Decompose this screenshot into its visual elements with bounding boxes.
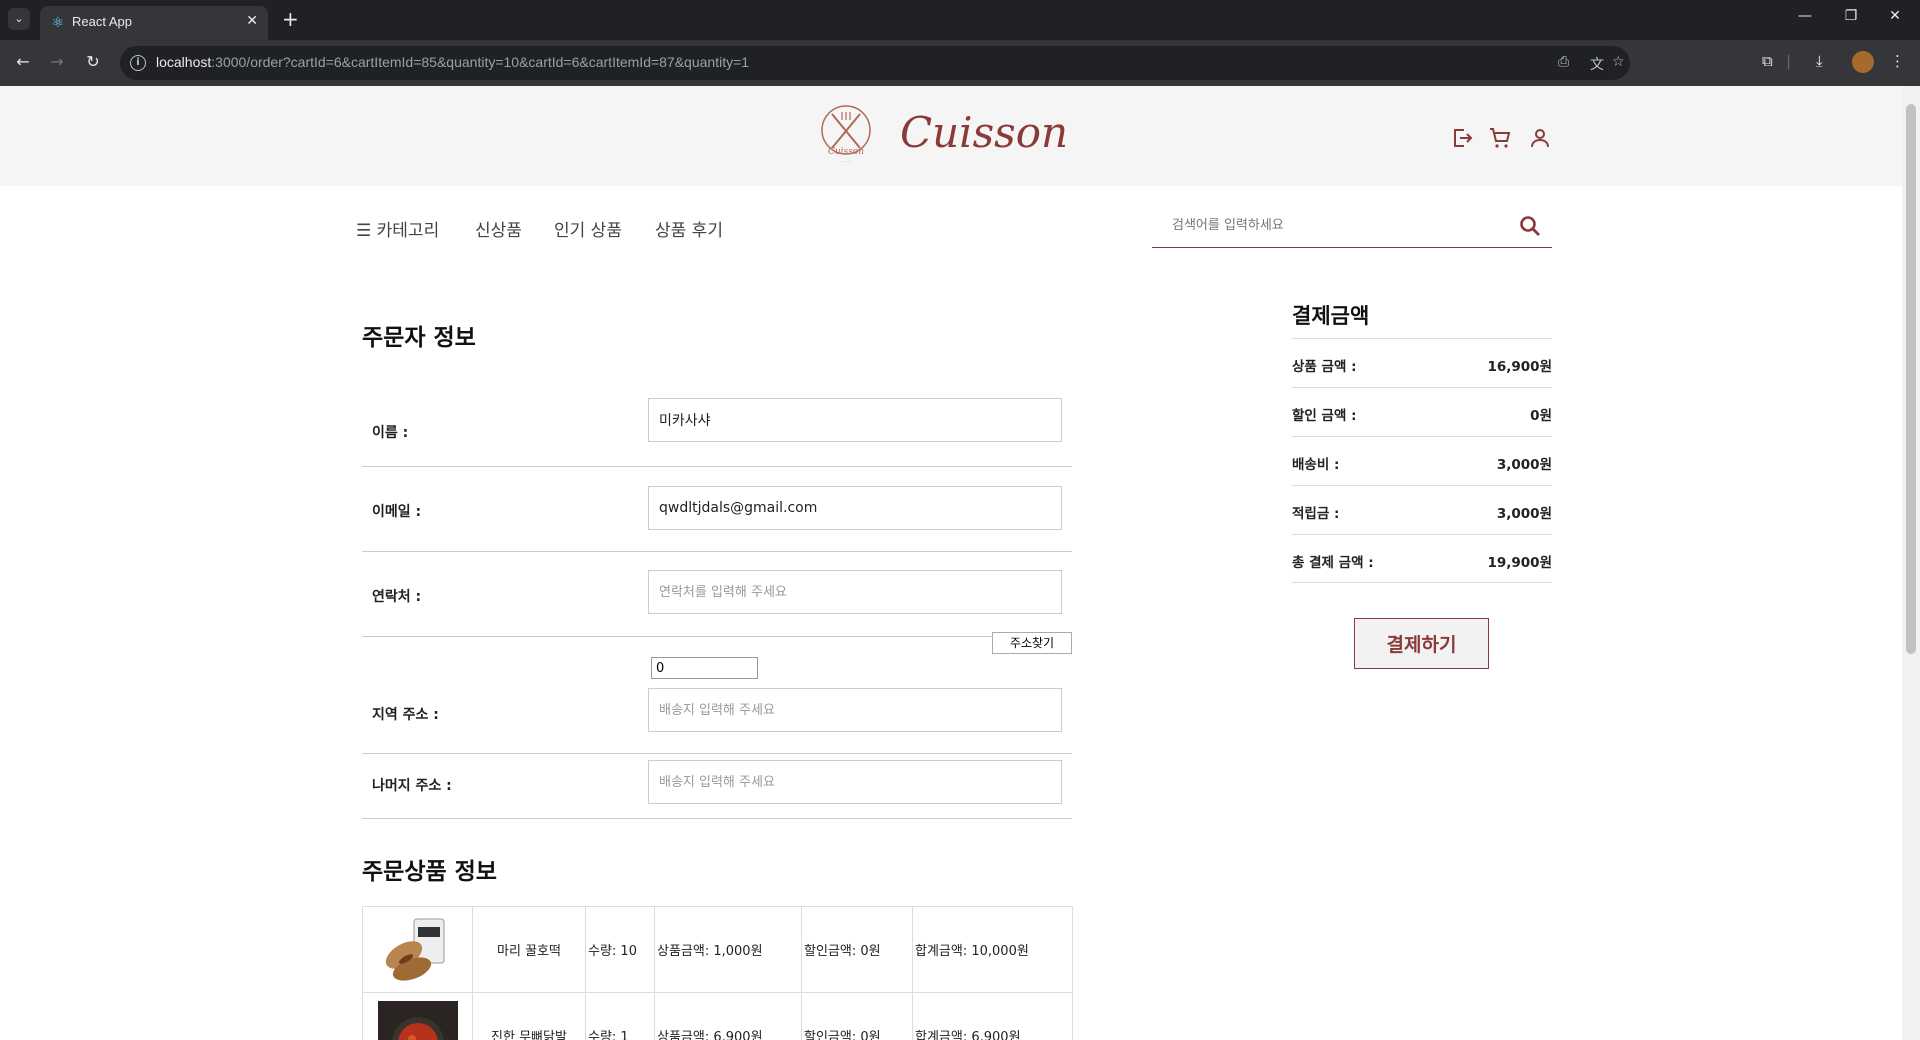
summary-value: 0원 bbox=[1530, 408, 1552, 424]
site-info-icon[interactable]: i bbox=[130, 55, 146, 71]
product-quantity-cell: 수량: 1 bbox=[585, 992, 655, 1040]
url-text[interactable]: localhost:3000/order?cartId=6&cartItemId… bbox=[156, 54, 749, 70]
site-header: Cuisson · · · · · Cuisson bbox=[0, 86, 1902, 186]
summary-value: 16,900원 bbox=[1487, 359, 1552, 375]
detail-address-row: 나머지 주소 : bbox=[362, 754, 1072, 819]
pay-button[interactable]: 결제하기 bbox=[1354, 618, 1489, 669]
browser-menu-icon[interactable]: ⋮ bbox=[1890, 52, 1905, 70]
page-scrollbar[interactable] bbox=[1902, 86, 1920, 1040]
tab-close-icon[interactable]: ✕ bbox=[246, 13, 258, 29]
email-label: 이메일 : bbox=[372, 504, 422, 520]
phone-row: 연락처 : bbox=[362, 552, 1072, 637]
email-row: 이메일 : bbox=[362, 467, 1072, 552]
extensions-icon[interactable]: ⧉ bbox=[1762, 52, 1773, 70]
product-discount-cell: 할인금액: 0원 bbox=[801, 906, 913, 993]
toolbar-divider: | bbox=[1786, 52, 1792, 70]
product-total-cell: 합계금액: 10,000원 bbox=[912, 906, 1073, 993]
summary-value: 3,000원 bbox=[1496, 457, 1552, 473]
page-content: Cuisson · · · · · Cuisson ☰ 카테고리 신상품 인기 … bbox=[0, 86, 1902, 1040]
chicken-feet-product-image bbox=[377, 1000, 458, 1040]
summary-row-product-amount: 상품 금액 : 16,900원 bbox=[1292, 338, 1552, 387]
summary-row-total: 총 결제 금액 : 19,900원 bbox=[1292, 534, 1552, 583]
order-items-title: 주문상품 정보 bbox=[362, 859, 497, 885]
email-input[interactable] bbox=[648, 486, 1062, 530]
summary-label: 상품 금액 : bbox=[1292, 359, 1357, 375]
product-price-cell: 상품금액: 6,900원 bbox=[654, 992, 802, 1040]
region-address-label: 지역 주소 : bbox=[372, 707, 439, 723]
product-quantity-cell: 수량: 10 bbox=[585, 906, 655, 993]
browser-tab[interactable]: ⚛ React App ✕ bbox=[40, 6, 268, 40]
summary-row-shipping: 배송비 : 3,000원 bbox=[1292, 436, 1552, 485]
user-icon[interactable] bbox=[1528, 126, 1552, 150]
detail-address-input[interactable] bbox=[648, 760, 1062, 804]
logo-emblem-icon[interactable]: Cuisson · · · · · bbox=[818, 104, 874, 166]
table-row: 마리 꿀호떡 수량: 10 상품금액: 1,000원 할인금액: 0원 합계금액… bbox=[362, 906, 1073, 993]
search-icon[interactable] bbox=[1518, 214, 1542, 238]
search-bar bbox=[1152, 206, 1552, 248]
product-name-cell: 진한 무뼈닭발 bbox=[472, 992, 586, 1040]
hotteok-product-image bbox=[377, 914, 458, 985]
summary-label: 총 결제 금액 : bbox=[1292, 555, 1374, 571]
payment-summary-title: 결제금액 bbox=[1292, 304, 1370, 328]
summary-value: 3,000원 bbox=[1496, 506, 1552, 522]
tab-title: React App bbox=[72, 14, 132, 29]
browser-tab-bar: ⌄ ⚛ React App ✕ + — ❐ ✕ bbox=[0, 0, 1920, 40]
minimize-icon[interactable]: — bbox=[1790, 8, 1820, 24]
download-icon[interactable]: ⤓ bbox=[1816, 52, 1823, 70]
product-price-cell: 상품금액: 1,000원 bbox=[654, 906, 802, 993]
product-thumbnail-cell bbox=[362, 992, 473, 1040]
back-icon[interactable]: ← bbox=[12, 52, 34, 71]
cart-icon[interactable] bbox=[1488, 126, 1512, 150]
bookmark-star-icon[interactable]: ☆ bbox=[1612, 54, 1625, 70]
product-name-cell: 마리 꿀호떡 bbox=[472, 906, 586, 993]
name-input[interactable] bbox=[648, 398, 1062, 442]
summary-row-points: 적립금 : 3,000원 bbox=[1292, 485, 1552, 534]
region-address-row: 지역 주소 : bbox=[362, 684, 1072, 754]
new-tab-icon[interactable]: + bbox=[282, 8, 299, 30]
tab-search-icon[interactable]: ⌄ bbox=[8, 8, 30, 30]
reload-icon[interactable]: ↻ bbox=[82, 52, 104, 71]
region-address-input[interactable] bbox=[648, 688, 1062, 732]
brand-logo-text[interactable]: Cuisson bbox=[900, 108, 1068, 157]
nav-new-products[interactable]: 신상품 bbox=[475, 216, 522, 241]
svg-text:· · · · ·: · · · · · bbox=[840, 159, 851, 164]
zipcode-input[interactable] bbox=[651, 657, 758, 679]
table-row: 진한 무뼈닭발 수량: 1 상품금액: 6,900원 할인금액: 0원 합계금액… bbox=[362, 992, 1073, 1040]
summary-label: 배송비 : bbox=[1292, 457, 1340, 473]
nav-category[interactable]: ☰ 카테고리 bbox=[356, 216, 439, 241]
summary-label: 적립금 : bbox=[1292, 506, 1340, 522]
summary-value: 19,900원 bbox=[1487, 555, 1552, 571]
install-app-icon[interactable]: ⎙ bbox=[1558, 54, 1569, 70]
scrollbar-thumb[interactable] bbox=[1906, 104, 1916, 654]
profile-avatar[interactable] bbox=[1852, 51, 1874, 73]
name-row: 이름 : bbox=[362, 398, 1072, 467]
detail-address-label: 나머지 주소 : bbox=[372, 778, 452, 794]
product-total-cell: 합계금액: 6,900원 bbox=[912, 992, 1073, 1040]
nav-popular-products[interactable]: 인기 상품 bbox=[554, 216, 622, 241]
summary-row-discount: 할인 금액 : 0원 bbox=[1292, 387, 1552, 436]
order-items-table: 마리 꿀호떡 수량: 10 상품금액: 1,000원 할인금액: 0원 합계금액… bbox=[362, 906, 1073, 1040]
react-favicon-icon: ⚛ bbox=[51, 15, 65, 31]
restore-icon[interactable]: ❐ bbox=[1836, 8, 1866, 24]
hamburger-menu-icon: ☰ bbox=[356, 221, 372, 241]
logout-icon[interactable] bbox=[1450, 126, 1474, 150]
nav-reviews[interactable]: 상품 후기 bbox=[655, 216, 723, 241]
name-label: 이름 : bbox=[372, 425, 409, 441]
summary-label: 할인 금액 : bbox=[1292, 408, 1357, 424]
phone-input[interactable] bbox=[648, 570, 1062, 614]
translate-icon[interactable]: 文 bbox=[1590, 54, 1604, 74]
svg-text:Cuisson: Cuisson bbox=[828, 147, 864, 157]
browser-toolbar: ← → ↻ i localhost:3000/order?cartId=6&ca… bbox=[0, 40, 1920, 86]
product-thumbnail-cell bbox=[362, 906, 473, 993]
window-close-icon[interactable]: ✕ bbox=[1880, 8, 1910, 24]
forward-icon[interactable]: → bbox=[46, 52, 68, 71]
orderer-info-title: 주문자 정보 bbox=[362, 325, 476, 351]
search-input[interactable] bbox=[1172, 218, 1502, 233]
phone-label: 연락처 : bbox=[372, 589, 422, 605]
address-search-button[interactable]: 주소찾기 bbox=[992, 632, 1072, 654]
address-bar[interactable]: i localhost:3000/order?cartId=6&cartItem… bbox=[120, 46, 1630, 80]
product-discount-cell: 할인금액: 0원 bbox=[801, 992, 913, 1040]
